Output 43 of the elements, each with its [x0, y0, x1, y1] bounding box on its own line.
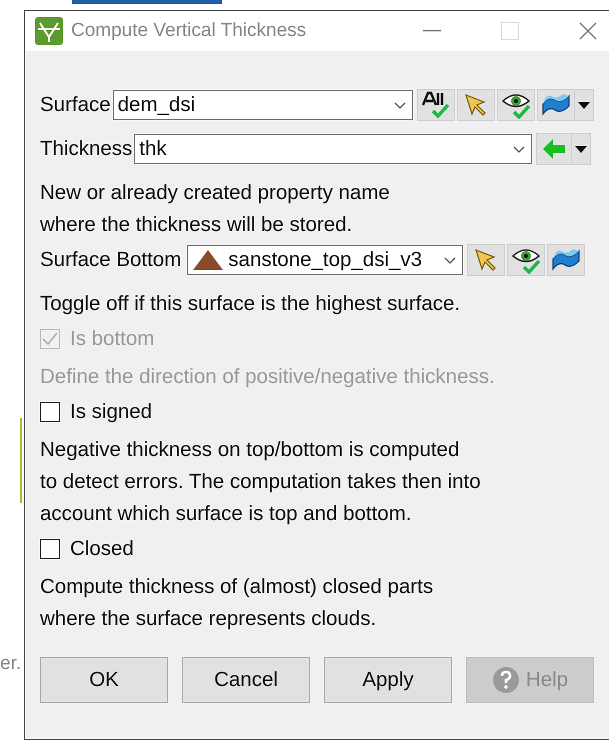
checkbox[interactable]: Closed — [40, 533, 609, 565]
hint-text: Toggle off if this surface is the highest surface. — [40, 291, 462, 317]
all-check-icon — [420, 91, 451, 119]
caret-icon — [578, 102, 590, 108]
visible-button[interactable] — [507, 244, 546, 276]
background-text: er. — [0, 653, 22, 675]
hint-text: Compute thickness of (almost) closed parts where the surface represents clouds. — [40, 574, 434, 632]
surface-icon — [540, 92, 571, 118]
eye-check-icon — [500, 91, 531, 119]
close-icon[interactable] — [579, 22, 597, 40]
arrow-menu-button[interactable] — [536, 133, 592, 165]
hint-text: Negative thickness on top/bottom is computed to detect errors. The computation takes then into account which surface is top and bottom. — [40, 437, 482, 527]
dropdown-chevron-icon — [394, 102, 406, 108]
checkbox[interactable]: Is signed — [40, 396, 609, 428]
field-label: Surface Bottom — [40, 248, 182, 272]
select-all-button[interactable] — [416, 89, 455, 121]
check-icon — [42, 332, 58, 346]
pick-button[interactable] — [456, 89, 495, 121]
hint-text: New or already created property name where the thickness will be stored. — [40, 180, 391, 238]
surface-icon — [551, 247, 582, 273]
question-mark-icon — [492, 666, 520, 694]
dialog-button[interactable]: Cancel — [182, 657, 310, 703]
dropdown-chevron-icon — [513, 146, 526, 152]
dropdown-field[interactable]: thk — [134, 134, 532, 164]
surface-menu-button[interactable] — [536, 89, 594, 121]
dropdown-field[interactable]: sanstone_top_dsi_v3 — [187, 245, 464, 275]
caret-icon — [575, 146, 588, 152]
dropdown-field[interactable]: dem_dsi — [112, 90, 413, 120]
surface-button[interactable] — [547, 244, 586, 276]
app-logo-icon — [35, 17, 63, 45]
visible-button[interactable] — [496, 89, 535, 121]
field-label: Thickness — [40, 137, 132, 161]
eye-check-icon — [511, 246, 542, 274]
window-title: Compute Vertical Thickness — [71, 20, 306, 42]
field-label: Surface — [40, 93, 111, 117]
minimize-icon[interactable] — [423, 30, 441, 32]
dialog-button[interactable]: Apply — [324, 657, 452, 703]
left-arrow-icon — [542, 138, 566, 160]
dialog-button[interactable]: OK — [40, 657, 168, 703]
triangle-icon — [192, 249, 224, 271]
dropdown-chevron-icon — [444, 256, 456, 264]
hint-text: Define the direction of positive/negative thickness. — [40, 364, 496, 390]
pick-button[interactable] — [467, 244, 506, 276]
